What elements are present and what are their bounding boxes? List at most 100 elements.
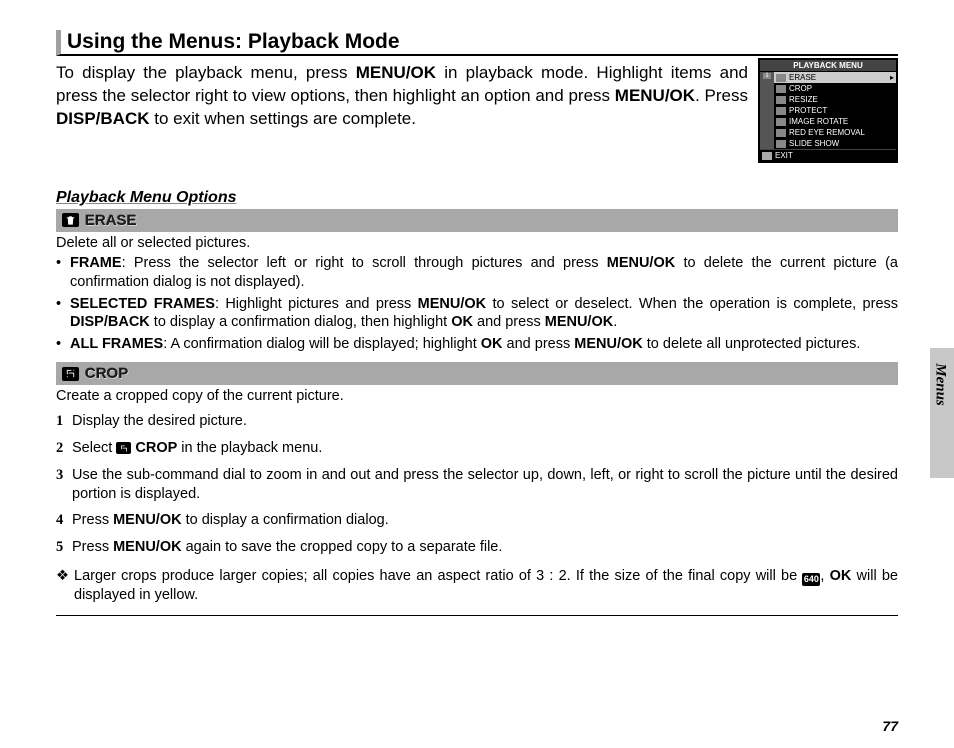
step-number: 4	[56, 511, 72, 530]
bullet-text: to display a confirmation dialog, then h…	[150, 314, 451, 330]
screenshot-title: PLAYBACK MENU	[760, 60, 896, 71]
playback-menu-screenshot: PLAYBACK MENU 1 ERASE ▸ CROP RESIZE PROTE…	[758, 58, 898, 163]
step-item: 1Display the desired picture.	[56, 412, 898, 431]
crop-icon	[776, 85, 786, 93]
bullet-item: • FRAME: Press the selector left or righ…	[56, 254, 898, 292]
erase-desc: Delete all or selected pictures.	[56, 235, 898, 251]
step-item: 5Press MENU/OK again to save the cropped…	[56, 538, 898, 557]
step-text: again to save the cropped copy to a sepa…	[182, 539, 503, 555]
crop-label: CROP	[85, 365, 128, 382]
step-number: 3	[56, 466, 72, 504]
screenshot-item: PROTECT	[774, 105, 896, 116]
screenshot-item-label: CROP	[789, 84, 812, 93]
screenshot-item-label: RESIZE	[789, 95, 818, 104]
bullet-text: : Highlight pictures and press	[215, 296, 418, 312]
slideshow-icon	[776, 140, 786, 148]
step-item: 2Select CROP in the playback menu.	[56, 439, 898, 458]
erase-section-bar: ERASE	[56, 209, 898, 232]
trash-icon	[62, 213, 79, 227]
screenshot-item-label: SLIDE SHOW	[789, 139, 839, 148]
playback-options-heading: Playback Menu Options	[56, 189, 898, 207]
disp-back-label: DISP/BACK	[70, 314, 150, 330]
erase-bullets: • FRAME: Press the selector left or righ…	[56, 254, 898, 354]
step-number: 1	[56, 412, 72, 431]
screenshot-footer: EXIT	[760, 149, 896, 161]
disp-back-label: DISP/BACK	[56, 109, 150, 128]
crop-desc: Create a cropped copy of the current pic…	[56, 388, 898, 404]
crop-note: ❖ Larger crops produce larger copies; al…	[56, 567, 898, 605]
crop-label-inline: CROP	[131, 440, 177, 456]
redeye-icon	[776, 129, 786, 137]
step-number: 5	[56, 538, 72, 557]
menu-ok-label: MENU/OK	[607, 255, 675, 271]
page-title-wrap: Using the Menus: Playback Mode	[56, 30, 898, 56]
bullet-item: • ALL FRAMES: A confirmation dialog will…	[56, 335, 898, 354]
erase-label: ERASE	[85, 212, 137, 229]
step-item: 3Use the sub-command dial to zoom in and…	[56, 466, 898, 504]
screenshot-item-label: ERASE	[789, 73, 816, 82]
bullet-text: to delete all unprotected pictures.	[643, 336, 861, 352]
screenshot-item-label: PROTECT	[789, 106, 827, 115]
side-tab-label: Menus	[932, 345, 949, 425]
crop-icon	[62, 367, 79, 381]
screenshot-item: IMAGE ROTATE	[774, 116, 896, 127]
step-text: Use the sub-command dial to zoom in and …	[72, 466, 898, 504]
trash-icon	[776, 74, 786, 82]
size-640-icon: 640	[802, 573, 820, 586]
frame-label: FRAME	[70, 255, 122, 271]
selected-frames-label: SELECTED FRAMES	[70, 296, 215, 312]
screenshot-item-label: IMAGE ROTATE	[789, 117, 848, 126]
step-text: Select	[72, 440, 116, 456]
menu-ok-label: MENU/OK	[356, 63, 436, 82]
step-text: in the playback menu.	[177, 440, 322, 456]
protect-icon	[776, 107, 786, 115]
menu-ok-label: MENU/OK	[113, 539, 181, 555]
bullet-text: and press	[503, 336, 575, 352]
bullet-text: and press	[473, 314, 545, 330]
screenshot-item: SLIDE SHOW	[774, 138, 896, 149]
step-text: Press	[72, 539, 113, 555]
note-text: Larger crops produce larger copies; all …	[74, 568, 802, 584]
step-text: to display a confirmation dialog.	[182, 512, 389, 528]
ok-label: OK	[451, 314, 473, 330]
intro-text: To display the playback menu, press	[56, 63, 356, 82]
crop-section-bar: CROP	[56, 362, 898, 385]
arrow-right-icon: ▸	[890, 73, 894, 82]
page-title: Using the Menus: Playback Mode	[67, 30, 898, 54]
step-text: Press	[72, 512, 113, 528]
bullet-dot: •	[56, 254, 70, 292]
bullet-item: • SELECTED FRAMES: Highlight pictures an…	[56, 295, 898, 333]
all-frames-label: ALL FRAMES	[70, 336, 163, 352]
screenshot-item: RED EYE REMOVAL	[774, 127, 896, 138]
ok-label: OK	[481, 336, 503, 352]
back-icon	[762, 152, 772, 160]
intro-text: to exit when settings are complete.	[150, 109, 416, 128]
section-divider	[56, 615, 898, 616]
step-text: Display the desired picture.	[72, 412, 247, 431]
menu-ok-label: MENU/OK	[113, 512, 181, 528]
menu-ok-label: MENU/OK	[545, 314, 613, 330]
bullet-text: to select or deselect. When the operatio…	[486, 296, 898, 312]
rotate-icon	[776, 118, 786, 126]
bullet-text: .	[613, 314, 617, 330]
screenshot-item-label: RED EYE REMOVAL	[789, 128, 865, 137]
side-tab: Menus	[930, 348, 954, 478]
screenshot-exit-label: EXIT	[775, 151, 793, 160]
screenshot-item: RESIZE	[774, 94, 896, 105]
menu-ok-label: MENU/OK	[615, 86, 695, 105]
menu-ok-label: MENU/OK	[418, 296, 486, 312]
intro-text: . Press	[695, 86, 748, 105]
intro-paragraph: To display the playback menu, press MENU…	[56, 62, 748, 131]
bullet-dot: •	[56, 335, 70, 354]
step-item: 4Press MENU/OK to display a confirmation…	[56, 511, 898, 530]
crop-icon	[116, 442, 131, 454]
ok-label: OK	[830, 568, 852, 584]
crop-steps: 1Display the desired picture. 2Select CR…	[56, 412, 898, 557]
screenshot-tab: 1	[763, 73, 770, 79]
step-number: 2	[56, 439, 72, 458]
bullet-dot: •	[56, 295, 70, 333]
note-diamond-icon: ❖	[56, 567, 74, 605]
bullet-text: : A confirmation dialog will be displaye…	[163, 336, 481, 352]
page-number: 77	[882, 718, 898, 734]
resize-icon	[776, 96, 786, 104]
